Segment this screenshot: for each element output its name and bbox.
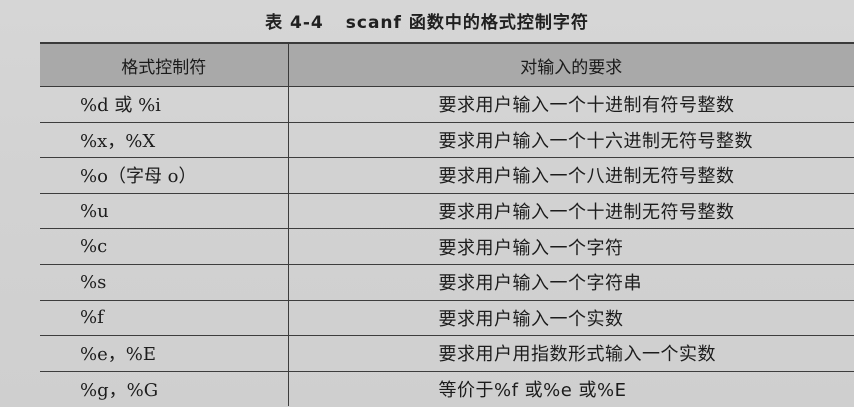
format-specifier-cell: %c [40,228,289,265]
table-row: %f 要求用户输入一个实数 [40,300,854,337]
table-row: %x，%X 要求用户输入一个十六进制无符号整数 [40,122,854,159]
requirement-cell: 等价于%f 或%e 或%E [438,380,627,402]
requirement-cell: 要求用户用指数形式输入一个实数 [288,335,854,372]
requirement-cell: 要求用户输入一个十六进制无符号整数 [288,122,854,159]
format-specifier-cell: %s [40,264,289,301]
format-spec-table: 格式控制符 对输入的要求 %d 或 %i 要求用户输入一个十进制有符号整数 %x… [40,42,854,407]
requirement-cell: 要求用户输入一个八进制无符号整数 [288,157,854,194]
table-row: %e，%E 要求用户用指数形式输入一个实数 [40,335,854,372]
format-specifier-cell: %g，%G [40,371,289,407]
table-title: scanf 函数中的格式控制字符 [345,13,589,33]
format-spec-table-container: 格式控制符 对输入的要求 %d 或 %i 要求用户输入一个十进制有符号整数 %x… [40,42,854,407]
table-row: %o（字母 o） 要求用户输入一个八进制无符号整数 [40,157,854,194]
table-row: %s 要求用户输入一个字符串 [40,264,854,301]
table-row: %g，%G 等价于%f 或%e 或%E [40,371,854,407]
requirement-cell: 要求用户输入一个十进制无符号整数 [288,193,854,230]
table-caption: 表 4-4 scanf 函数中的格式控制字符 [0,8,854,33]
format-specifier-cell: %x，%X [40,122,289,159]
format-specifier-cell: %d 或 %i [40,86,289,123]
requirement-cell: 要求用户输入一个十进制有符号整数 [288,86,854,123]
table-row: %c 要求用户输入一个字符 [40,228,854,265]
requirement-cell: 要求用户输入一个实数 [288,300,854,337]
table-row: %d 或 %i 要求用户输入一个十进制有符号整数 [40,86,854,123]
table-row: %u 要求用户输入一个十进制无符号整数 [40,193,854,230]
header-format-specifier: 格式控制符 [40,42,289,87]
requirement-cell: 要求用户输入一个字符串 [288,264,854,301]
format-specifier-cell: %e，%E [40,335,289,372]
table-number: 表 4-4 [265,13,324,33]
format-specifier-cell: %u [40,193,289,230]
requirement-cell: 要求用户输入一个字符 [288,228,854,265]
table-header-row: 格式控制符 对输入的要求 [40,42,854,87]
header-input-requirement: 对输入的要求 [288,42,854,87]
format-specifier-cell: %f [40,300,289,337]
format-specifier-cell: %o（字母 o） [40,157,289,194]
